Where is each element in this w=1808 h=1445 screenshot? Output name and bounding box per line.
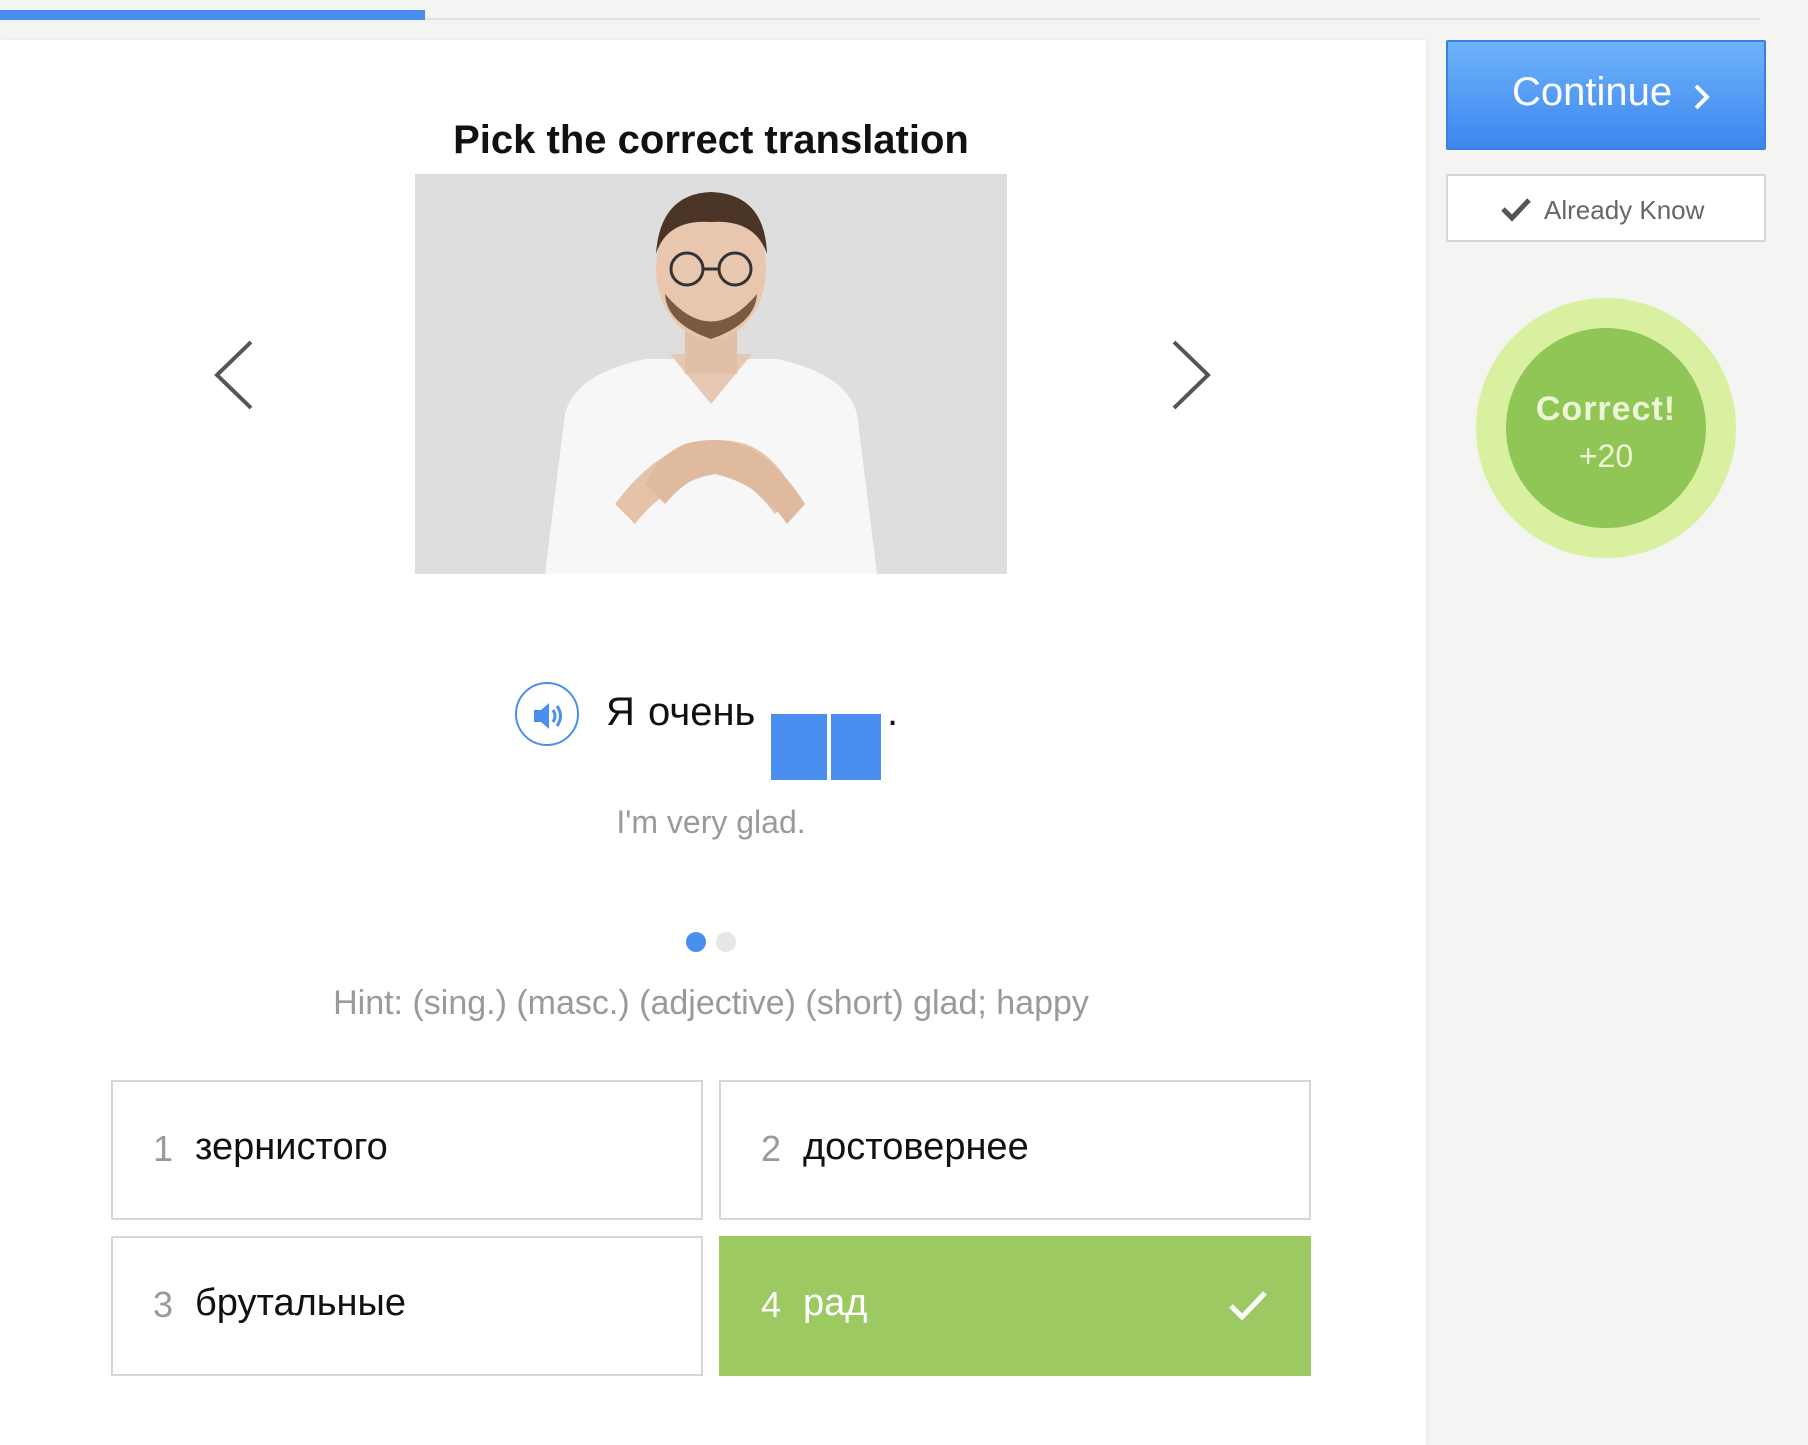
- result-points: +20: [1578, 438, 1634, 474]
- speaker-icon: [534, 703, 562, 729]
- answer-blank: [771, 714, 827, 780]
- chevron-left-icon: [214, 340, 253, 410]
- choice-number: 4: [761, 1284, 782, 1325]
- choice-number: 1: [153, 1128, 174, 1169]
- chevron-right-icon: [1694, 84, 1710, 110]
- choice-option-4-correct[interactable]: 4 рад: [719, 1236, 1311, 1376]
- result-badge-inner: Correct! +20: [1506, 328, 1706, 528]
- choice-number: 3: [153, 1284, 174, 1325]
- continue-label: Continue: [1512, 70, 1673, 114]
- already-know-button[interactable]: Already Know: [1446, 174, 1766, 242]
- choice-option-2[interactable]: 2 достовернее: [719, 1080, 1311, 1220]
- choice-label: зернистого: [195, 1126, 388, 1168]
- exercise-title: Pick the correct translation: [453, 118, 969, 162]
- checkmark-icon: [1501, 198, 1531, 222]
- answer-blank: [831, 714, 881, 780]
- choice-label: рад: [803, 1282, 868, 1324]
- choice-label: достовернее: [803, 1126, 1029, 1168]
- sentence-translation: I'm very glad.: [616, 804, 806, 840]
- pager-dot[interactable]: [716, 932, 736, 952]
- illustration-image: [415, 174, 1007, 574]
- already-know-label: Already Know: [1544, 195, 1705, 225]
- result-status: Correct!: [1535, 390, 1677, 428]
- prev-button[interactable]: [205, 330, 265, 420]
- choice-option-3[interactable]: 3 брутальные: [111, 1236, 703, 1376]
- progress-fill: [0, 10, 425, 20]
- choice-number: 2: [761, 1128, 782, 1169]
- next-button[interactable]: [1160, 330, 1220, 420]
- sentence-word: очень: [648, 690, 756, 734]
- hint-text: Hint: (sing.) (masc.) (adjective) (short…: [333, 984, 1089, 1022]
- pager-dot-active[interactable]: [686, 932, 706, 952]
- choice-label: брутальные: [195, 1282, 406, 1324]
- audio-button[interactable]: [515, 682, 579, 746]
- progress-bar: [0, 0, 1808, 40]
- sentence-end: .: [887, 690, 899, 734]
- chevron-right-icon: [1172, 340, 1211, 410]
- checkmark-icon: [1229, 1291, 1267, 1321]
- continue-button[interactable]: Continue: [1446, 40, 1766, 150]
- sentence-word: Я: [606, 690, 635, 734]
- exercise-card: Pick the correct translation Я очень . I…: [0, 40, 1426, 1445]
- choice-option-1[interactable]: 1 зернистого: [111, 1080, 703, 1220]
- sentence-prompt: Я очень .: [0, 672, 1422, 752]
- result-badge: Correct! +20: [1476, 298, 1736, 558]
